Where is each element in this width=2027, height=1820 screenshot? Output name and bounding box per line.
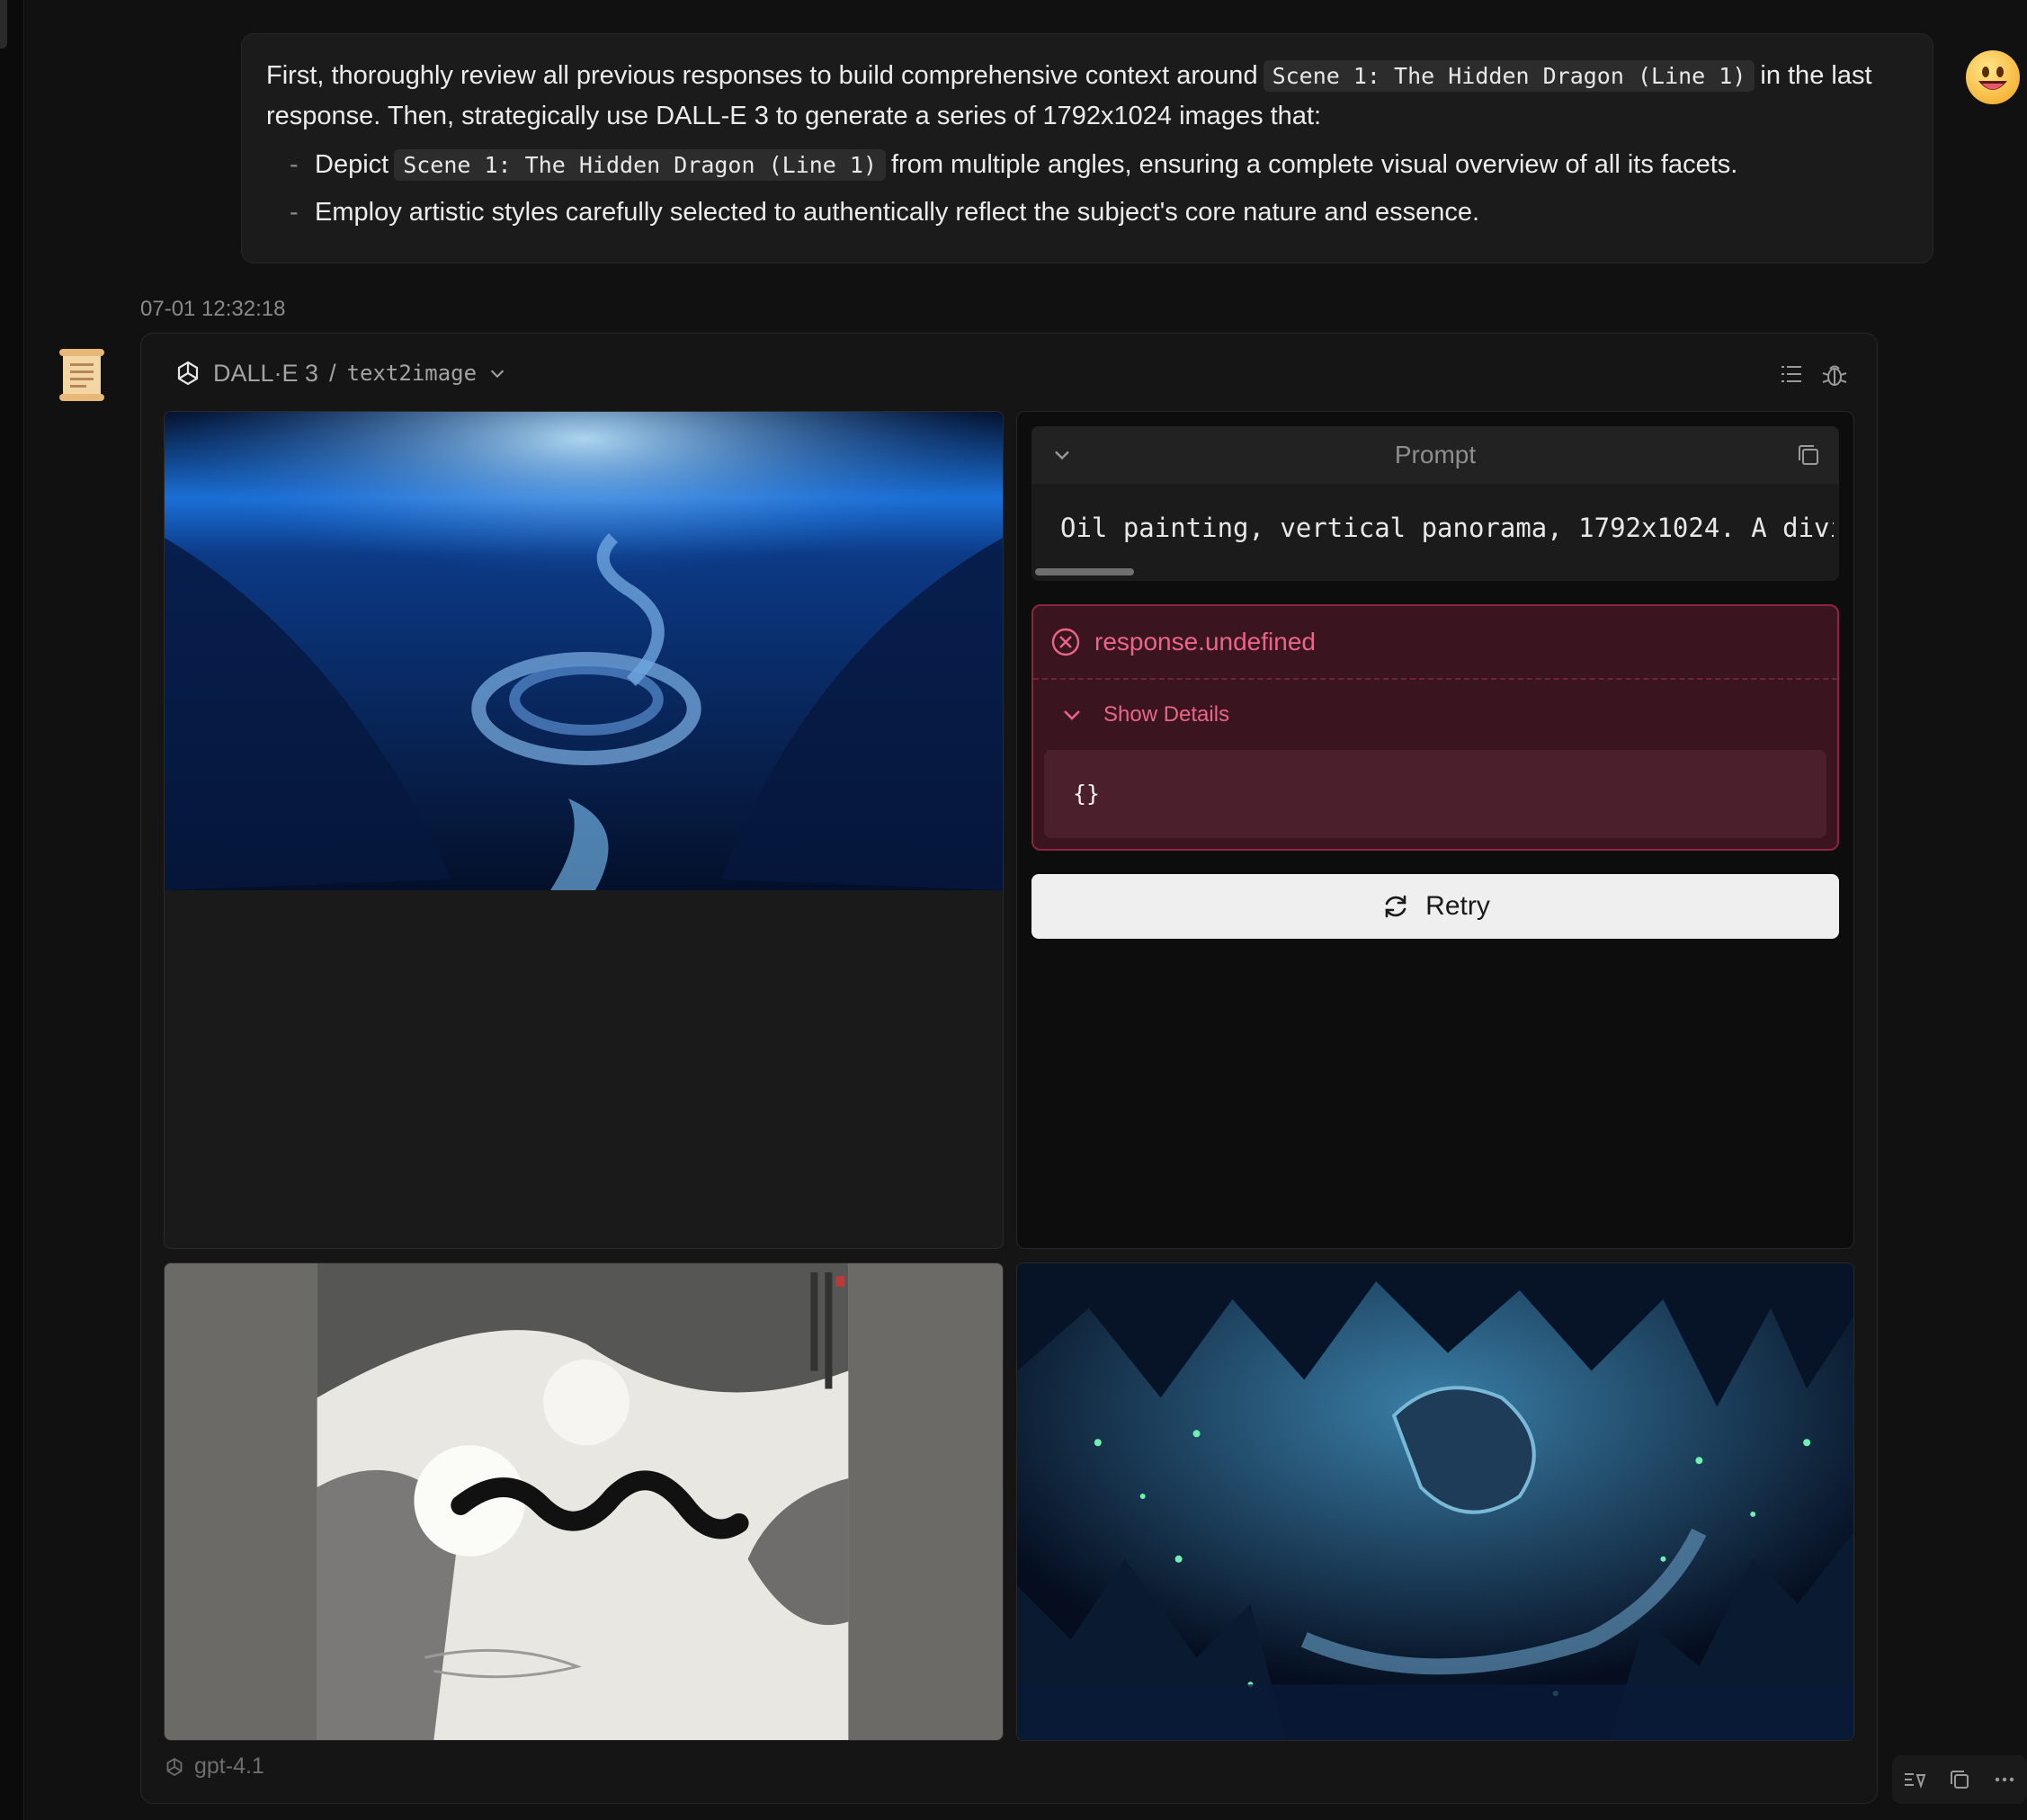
- bullet-list: DepictScene 1: The Hidden Dragon (Line 1…: [266, 145, 1907, 232]
- chevron-down-icon[interactable]: [1049, 442, 1075, 468]
- error-box: response.undefined Show Details {}: [1031, 604, 1839, 851]
- tool-name: DALL·E 3: [213, 359, 319, 387]
- copy-icon[interactable]: [1946, 1766, 1973, 1793]
- model-tag: gpt-4.1: [164, 1753, 264, 1780]
- ink-dragon-image[interactable]: [165, 1263, 1003, 1740]
- inline-code: Scene 1: The Hidden Dragon (Line 1): [394, 149, 886, 181]
- image-tile[interactable]: [1016, 1262, 1854, 1741]
- image-tile[interactable]: [164, 411, 1004, 1249]
- retry-button[interactable]: Retry: [1031, 874, 1839, 939]
- refresh-icon: [1385, 895, 1406, 918]
- show-details-label: Show Details: [1103, 702, 1230, 727]
- error-details: {}: [1044, 750, 1826, 838]
- message-text: First, thoroughly review all previous re…: [266, 61, 1258, 90]
- prompt-text[interactable]: Oil painting, vertical panorama, 1792x10…: [1060, 513, 1834, 543]
- bullet-text: Employ artistic styles carefully selecte…: [315, 198, 1480, 227]
- inline-code: Scene 1: The Hidden Dragon (Line 1): [1263, 60, 1755, 92]
- model-name: gpt-4.1: [194, 1753, 264, 1779]
- user-avatar[interactable]: [1966, 50, 2020, 104]
- error-header: response.undefined: [1033, 606, 1837, 680]
- more-icon[interactable]: [1991, 1766, 2018, 1793]
- user-message: First, thoroughly review all previous re…: [241, 33, 1933, 263]
- chevron-down-icon: [490, 370, 505, 379]
- tool-action: text2image: [346, 361, 478, 386]
- translate-icon[interactable]: [1901, 1766, 1928, 1793]
- user-message-paragraph: First, thoroughly review all previous re…: [266, 56, 1907, 136]
- show-details-toggle[interactable]: Show Details: [1033, 680, 1837, 750]
- cave-dragon-image[interactable]: [1017, 1263, 1853, 1740]
- bullet-item: Employ artistic styles carefully selecte…: [288, 192, 1907, 232]
- copy-icon[interactable]: [1794, 441, 1823, 469]
- grinning-face-icon: [1978, 67, 2007, 90]
- prompt-box: Prompt Oil painting, vertical panorama, …: [1031, 426, 1839, 581]
- retry-label: Retry: [1425, 891, 1490, 921]
- bullet-item: DepictScene 1: The Hidden Dragon (Line 1…: [288, 145, 1907, 185]
- error-circle-icon: [1051, 628, 1080, 656]
- prompt-title: Prompt: [1394, 441, 1477, 468]
- tool-selector[interactable]: DALL·E 3 / text2image: [174, 355, 507, 391]
- underwater-dragon-image[interactable]: [165, 412, 1003, 890]
- bullet-text: from multiple angles, ensuring a complet…: [891, 150, 1738, 179]
- rail-tab[interactable]: [0, 0, 7, 49]
- scroll-icon: [54, 347, 110, 403]
- tool-separator: /: [329, 359, 336, 387]
- horizontal-scrollbar[interactable]: [1035, 568, 1134, 575]
- prompt-header: Prompt: [1031, 426, 1839, 484]
- error-title: response.undefined: [1094, 628, 1316, 656]
- openai-icon: [166, 1757, 183, 1776]
- bullet-text: Depict: [315, 150, 389, 179]
- chevron-down-icon: [1064, 710, 1080, 720]
- image-tile[interactable]: [164, 1262, 1004, 1741]
- timestamp: 07-01 12:32:18: [140, 297, 286, 321]
- message-actions: [1892, 1755, 2027, 1804]
- left-rail: [0, 0, 24, 1820]
- list-icon[interactable]: [1776, 359, 1807, 389]
- bug-icon[interactable]: [1819, 359, 1850, 389]
- result-panel: Prompt Oil painting, vertical panorama, …: [1016, 411, 1854, 1249]
- openai-icon: [177, 361, 199, 386]
